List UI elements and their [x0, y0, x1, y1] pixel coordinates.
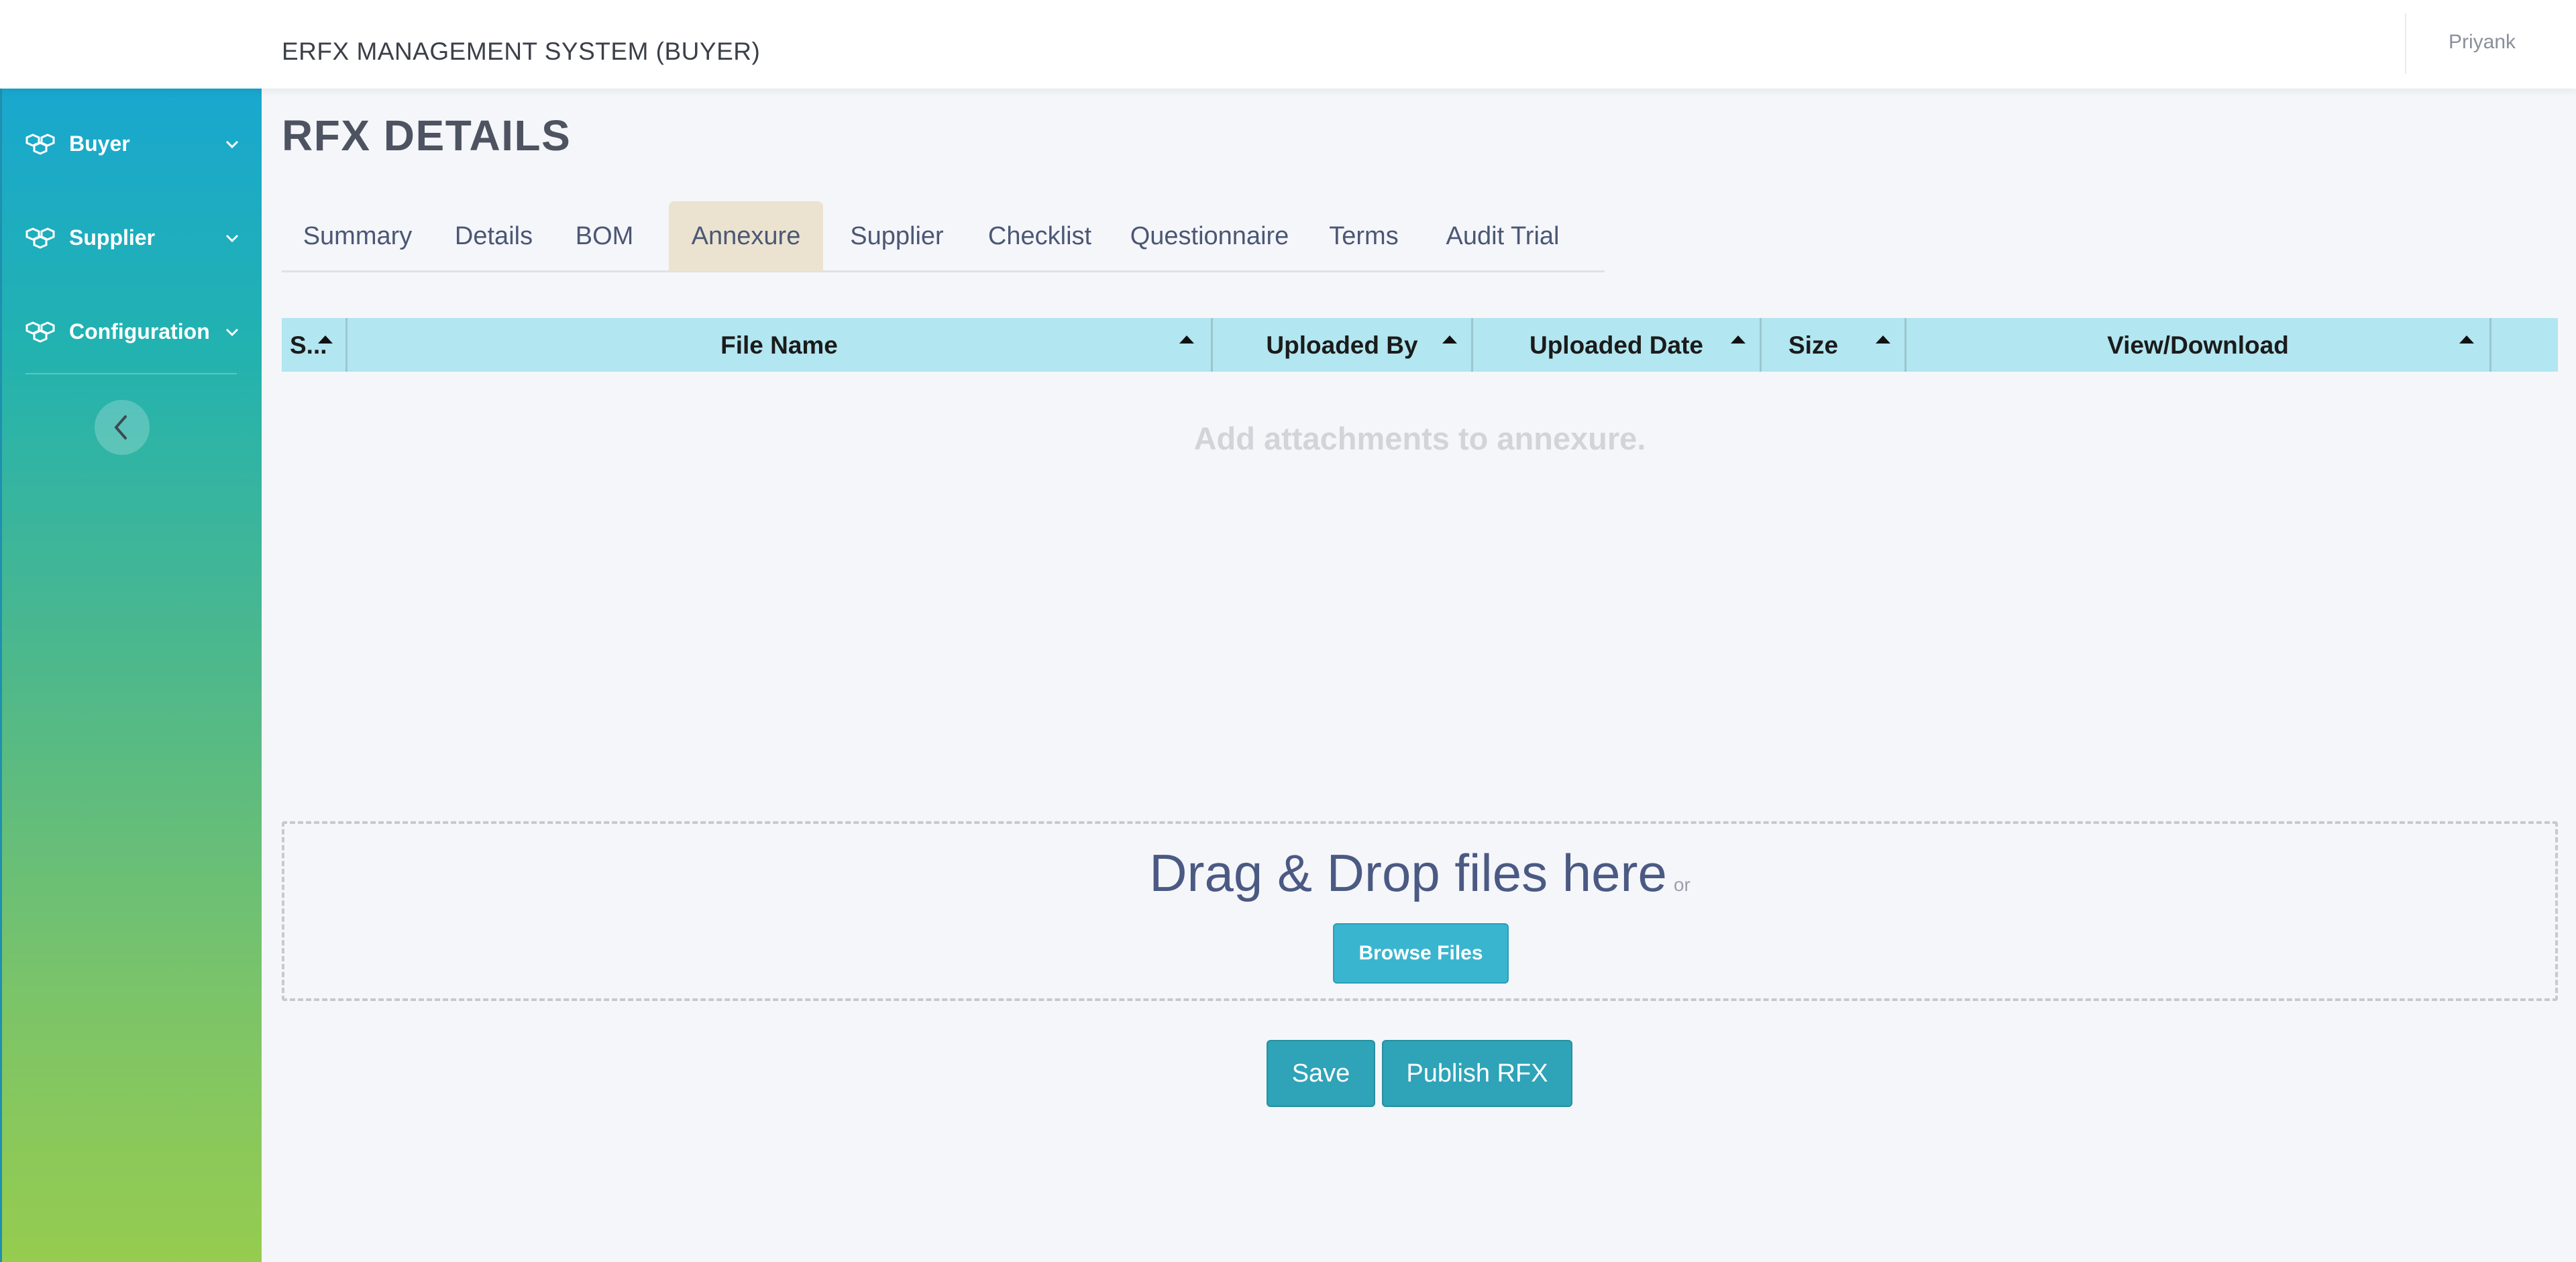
table-header: S... File Name Uploaded By Uploaded Date…: [282, 318, 2558, 372]
sidebar-item-label: Supplier: [69, 225, 156, 250]
browse-files-button[interactable]: Browse Files: [1333, 923, 1509, 984]
column-header-uploaded-date[interactable]: Uploaded Date: [1473, 318, 1762, 372]
sort-up-icon: [1442, 335, 1457, 344]
chevron-left-icon: [114, 415, 127, 439]
column-label: View/Download: [2107, 331, 2289, 359]
sort-up-icon: [1731, 335, 1746, 344]
sidebar-item-supplier[interactable]: Supplier: [2, 209, 264, 263]
save-button[interactable]: Save: [1267, 1040, 1375, 1107]
tab-bom[interactable]: BOM: [554, 201, 655, 271]
dropzone-text: Drag & Drop files here or: [284, 843, 2555, 904]
tab-annexure[interactable]: Annexure: [669, 201, 823, 271]
tab-details[interactable]: Details: [433, 201, 554, 271]
chevron-down-icon: [225, 140, 239, 149]
column-header-uploaded-by[interactable]: Uploaded By: [1213, 318, 1473, 372]
column-header-view-download[interactable]: View/Download: [1907, 318, 2491, 372]
column-label: Uploaded Date: [1529, 331, 1704, 359]
empty-table-message: Add attachments to annexure.: [1193, 421, 1646, 456]
tab-summary[interactable]: Summary: [282, 201, 433, 271]
user-divider: [2405, 13, 2406, 74]
cubes-icon: [25, 321, 55, 343]
publish-rfx-button[interactable]: Publish RFX: [1382, 1040, 1572, 1107]
sidebar: Buyer Supplier Configuration: [0, 89, 262, 1262]
tab-supplier[interactable]: Supplier: [826, 201, 967, 271]
sort-up-icon: [1876, 335, 1890, 344]
sidebar-collapse-button[interactable]: [95, 400, 150, 455]
tab-audit-trial[interactable]: Audit Trial: [1422, 201, 1583, 271]
sort-up-icon: [318, 335, 333, 344]
sidebar-item-label: Buyer: [69, 132, 130, 156]
drop-or-label: or: [1673, 874, 1690, 895]
tab-terms[interactable]: Terms: [1307, 201, 1421, 271]
file-dropzone[interactable]: Drag & Drop files here or Browse Files: [282, 821, 2558, 1001]
chevron-down-icon: [225, 234, 239, 243]
tab-bar: Summary Details BOM Annexure Supplier Ch…: [282, 201, 1605, 272]
column-header-file-name[interactable]: File Name: [347, 318, 1213, 372]
drop-instruction: Drag & Drop files here: [1149, 843, 1667, 902]
user-menu[interactable]: Priyank: [2449, 31, 2516, 54]
page-title: RFX DETAILS: [282, 111, 572, 160]
sidebar-item-buyer[interactable]: Buyer: [2, 115, 264, 169]
column-label: Uploaded By: [1266, 331, 1418, 359]
sidebar-item-configuration[interactable]: Configuration: [2, 303, 264, 357]
tab-checklist[interactable]: Checklist: [967, 201, 1112, 271]
sidebar-item-label: Configuration: [69, 319, 210, 344]
tab-questionnaire[interactable]: Questionnaire: [1112, 201, 1307, 271]
column-label: File Name: [720, 331, 838, 359]
top-bar: ERFX MANAGEMENT SYSTEM (BUYER) Priyank: [0, 0, 2576, 89]
sidebar-divider: [25, 373, 237, 374]
column-header-size[interactable]: Size: [1762, 318, 1907, 372]
cubes-icon: [25, 227, 55, 249]
app-title: ERFX MANAGEMENT SYSTEM (BUYER): [282, 38, 761, 65]
column-header-serial[interactable]: S...: [282, 318, 347, 372]
sort-up-icon: [2459, 335, 2474, 344]
cubes-icon: [25, 134, 55, 155]
sort-up-icon: [1179, 335, 1194, 344]
chevron-down-icon: [225, 328, 239, 337]
